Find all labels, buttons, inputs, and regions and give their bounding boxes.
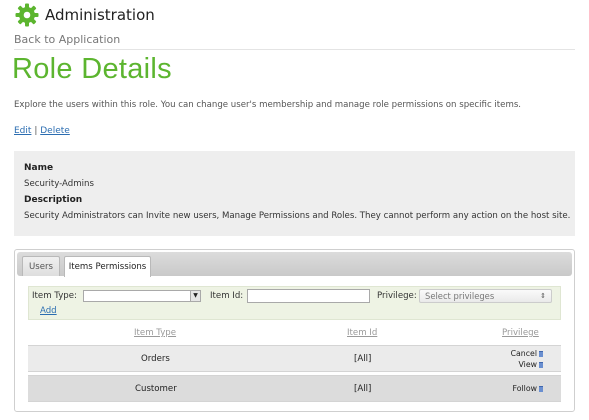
name-label: Name [24,163,54,173]
item-type-label: Item Type: [32,291,77,301]
permissions-table-header: Item Type Item Id Privilege [28,326,561,344]
column-header-item-type[interactable]: Item Type [134,328,176,338]
item-type-select[interactable]: ▼ [83,290,201,302]
delete-link[interactable]: Delete [40,126,70,136]
actions-separator: | [34,126,38,136]
edit-link[interactable]: Edit [14,126,31,136]
updown-arrow-icon: ⇕ [540,292,546,300]
privilege-item: View [518,360,543,369]
description-label: Description [24,195,83,205]
trash-icon[interactable] [539,361,543,368]
app-header: Administration [15,2,155,28]
trash-icon[interactable] [539,350,543,357]
privilege-item: Cancel [511,349,543,358]
column-header-privilege[interactable]: Privilege [502,328,539,338]
app-title: Administration [45,6,155,24]
tab-items-permissions[interactable]: Items Permissions [64,256,151,277]
privilege-placeholder: Select privileges [425,291,495,301]
permission-filter-bar: Item Type: ▼ Item Id: Privilege: Select … [28,286,561,320]
tab-bar: Users Items Permissions [17,252,572,277]
item-id-cell: [All] [354,384,372,394]
item-id-label: Item Id: [210,291,244,301]
column-header-item-id[interactable]: Item Id [347,328,377,338]
item-id-input[interactable] [247,289,370,303]
page-title: Role Details [12,53,172,85]
table-row: Orders [All] Cancel View [28,345,561,372]
privilege-label: View [518,360,537,369]
description-value: Security Administrators can Invite new u… [24,211,571,221]
privilege-select[interactable]: Select privileges ⇕ [419,289,552,303]
privilege-label: Privilege: [377,291,417,301]
item-type-cell: Customer [135,384,177,394]
item-id-cell: [All] [354,354,372,364]
page-intro: Explore the users within this role. You … [14,100,522,110]
tab-users[interactable]: Users [22,256,60,276]
privilege-label: Cancel [510,349,537,358]
privilege-label: Follow [512,384,537,393]
add-permission-link[interactable]: Add [40,306,57,316]
back-to-application-link[interactable]: Back to Application [14,33,120,46]
trash-icon[interactable] [539,385,543,392]
name-value: Security-Admins [24,179,94,189]
role-actions: Edit | Delete [14,126,70,136]
privilege-item: Follow [513,384,543,393]
chevron-down-icon[interactable]: ▼ [190,291,200,301]
divider [14,49,575,50]
tabs-container: Users Items Permissions Item Type: ▼ Ite… [14,249,575,412]
table-row: Customer [All] Follow [28,375,561,402]
role-info-panel: Name Security-Admins Description Securit… [14,151,575,236]
gear-icon [15,3,39,27]
item-type-cell: Orders [141,354,170,364]
